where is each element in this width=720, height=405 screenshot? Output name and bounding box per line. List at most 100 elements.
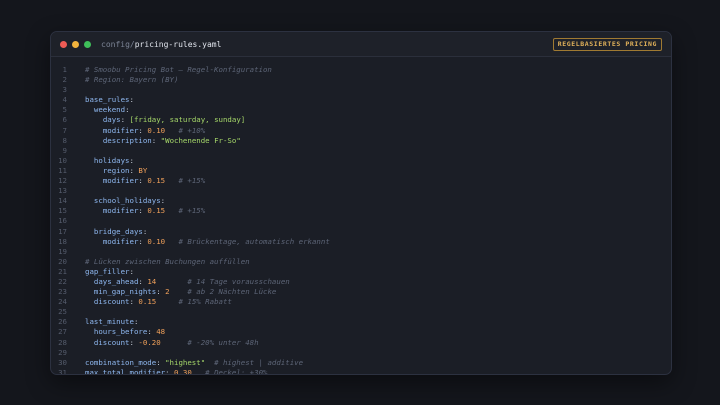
yaml-comment: # 15% Rabatt [178,297,232,307]
code-line[interactable]: 19 [51,247,671,257]
yaml-punctuation [85,115,103,124]
code-line[interactable]: 18 modifier: 0.10 # Brückentage, automat… [51,237,671,247]
code-line[interactable]: 27 hours_before: 48 [51,327,671,337]
yaml-key: modifier [102,125,139,135]
code-line[interactable]: 6 days: [friday, saturday, sunday] [51,115,671,125]
yaml-punctuation: : [138,125,148,135]
yaml-string: "highest" [165,357,206,367]
yaml-key: description [102,135,152,145]
yaml-punctuation [165,126,178,135]
yaml-value: 0.10 [147,236,166,246]
yaml-punctuation: : [129,95,134,105]
yaml-punctuation [192,368,205,374]
code-line[interactable]: 23 min_gap_nights: 2 # ab 2 Nächten Lück… [51,287,671,297]
yaml-comment: # +10% [178,125,206,135]
yaml-punctuation [85,277,94,286]
code-line[interactable]: 21 gap_filler: [51,267,671,277]
yaml-value: BY [138,165,148,175]
code-line[interactable]: 24 discount: 0.15 # 15% Rabatt [51,297,671,307]
line-number: 15 [58,206,67,216]
yaml-key: hours_before [93,327,148,337]
code-line[interactable]: 10 holidays: [51,156,671,166]
code-text: # Region: Bayern (BY) [85,75,178,85]
code-text: max_total_modifier: 0.30 # Deckel: +30% [85,367,267,375]
yaml-value: 0.15 [147,206,166,216]
code-text: gap_filler: [85,267,134,277]
line-number: 25 [58,307,67,317]
line-number: 29 [58,347,67,357]
yaml-key: holidays [93,155,130,165]
line-number: 8 [62,135,67,145]
yaml-string: [friday, saturday, sunday] [129,115,246,125]
code-line[interactable]: 28 discount: -0.20 # -20% unter 48h [51,338,671,348]
code-line[interactable]: 5 weekend: [51,105,671,115]
line-number: 2 [62,75,67,85]
code-text: base_rules: [85,95,134,105]
yaml-comment: # Smoobu Pricing Bot — Regel-Konfigurati… [85,65,272,74]
yaml-key: max_total_modifier [85,367,166,375]
line-number: 12 [58,176,67,186]
code-line[interactable]: 16 [51,216,671,226]
code-text: days: [friday, saturday, sunday] [85,115,245,125]
code-line[interactable]: 11 region: BY [51,166,671,176]
code-text: school_holidays: [85,196,165,206]
file-name: pricing-rules.yaml [134,39,222,49]
minimize-window-button[interactable] [72,40,79,48]
code-line[interactable]: 1 # Smoobu Pricing Bot — Regel-Konfigurat… [51,65,671,75]
yaml-punctuation [85,338,94,347]
code-text: holidays: [85,156,134,166]
yaml-punctuation: : [125,105,130,115]
yaml-punctuation [85,206,103,215]
line-number: 14 [58,196,67,206]
file-path: config/pricing-rules.yaml [101,40,221,49]
code-line[interactable]: 30 combination_mode: "highest" # highest … [51,358,671,368]
code-line[interactable]: 14 school_holidays: [51,196,671,206]
code-line[interactable]: 20 # Lücken zwischen Buchungen auffüllen [51,257,671,267]
yaml-value: 0.15 [138,297,157,307]
yaml-comment: # Brückentage, automatisch erkannt [178,236,330,246]
yaml-comment: # -20% unter 48h [187,337,259,347]
line-number: 3 [62,85,67,95]
yaml-punctuation [85,176,103,185]
code-line[interactable]: 3 [51,85,671,95]
maximize-window-button[interactable] [84,40,91,48]
code-line[interactable]: 12 modifier: 0.15 # +15% [51,176,671,186]
code-line[interactable]: 22 days_ahead: 14 # 14 Tage vorausschaue… [51,277,671,287]
line-number: 10 [58,155,67,165]
code-line[interactable]: 8 description: "Wochenende Fr-So" [51,136,671,146]
code-line[interactable]: 4 base_rules: [51,95,671,105]
mode-badge: REGELBASIERTES PRICING [552,38,662,51]
code-line[interactable]: 17 bridge_days: [51,227,671,237]
yaml-punctuation [85,196,94,205]
code-text: last_minute: [85,317,138,327]
yaml-value: 0.15 [147,176,166,186]
close-window-button[interactable] [60,40,67,48]
code-line[interactable]: 13 [51,186,671,196]
line-number: 27 [58,327,67,337]
line-number: 17 [58,226,67,236]
code-editor[interactable]: 1 # Smoobu Pricing Bot — Regel-Konfigurat… [51,57,671,375]
code-line[interactable]: 26 last_minute: [51,317,671,327]
yaml-punctuation [85,227,94,236]
yaml-key: discount [93,337,130,347]
line-number: 20 [58,256,67,266]
code-text: discount: -0.20 # -20% unter 48h [85,338,259,348]
code-line[interactable]: 9 [51,146,671,156]
code-line[interactable]: 7 modifier: 0.10 # +10% [51,126,671,136]
yaml-key: combination_mode [85,357,157,367]
editor-window: config/pricing-rules.yaml REGELBASIERTES… [50,31,672,375]
code-line[interactable]: 25 [51,307,671,317]
yaml-comment: # Lücken zwischen Buchungen auffüllen [85,256,250,266]
yaml-punctuation [161,338,188,347]
code-line[interactable]: 29 [51,348,671,358]
code-text: # Lücken zwischen Buchungen auffüllen [85,257,250,267]
code-line[interactable]: 31 max_total_modifier: 0.30 # Deckel: +30… [51,367,671,375]
line-number: 9 [62,145,67,155]
code-text: modifier: 0.15 # +15% [85,176,205,186]
code-line[interactable]: 15 modifier: 0.15 # +15% [51,206,671,216]
code-line[interactable]: 2 # Region: Bayern (BY) [51,75,671,85]
yaml-comment: # +15% [178,206,206,216]
yaml-key: modifier [102,236,139,246]
yaml-punctuation: : [156,287,166,297]
code-text: region: BY [85,165,148,176]
